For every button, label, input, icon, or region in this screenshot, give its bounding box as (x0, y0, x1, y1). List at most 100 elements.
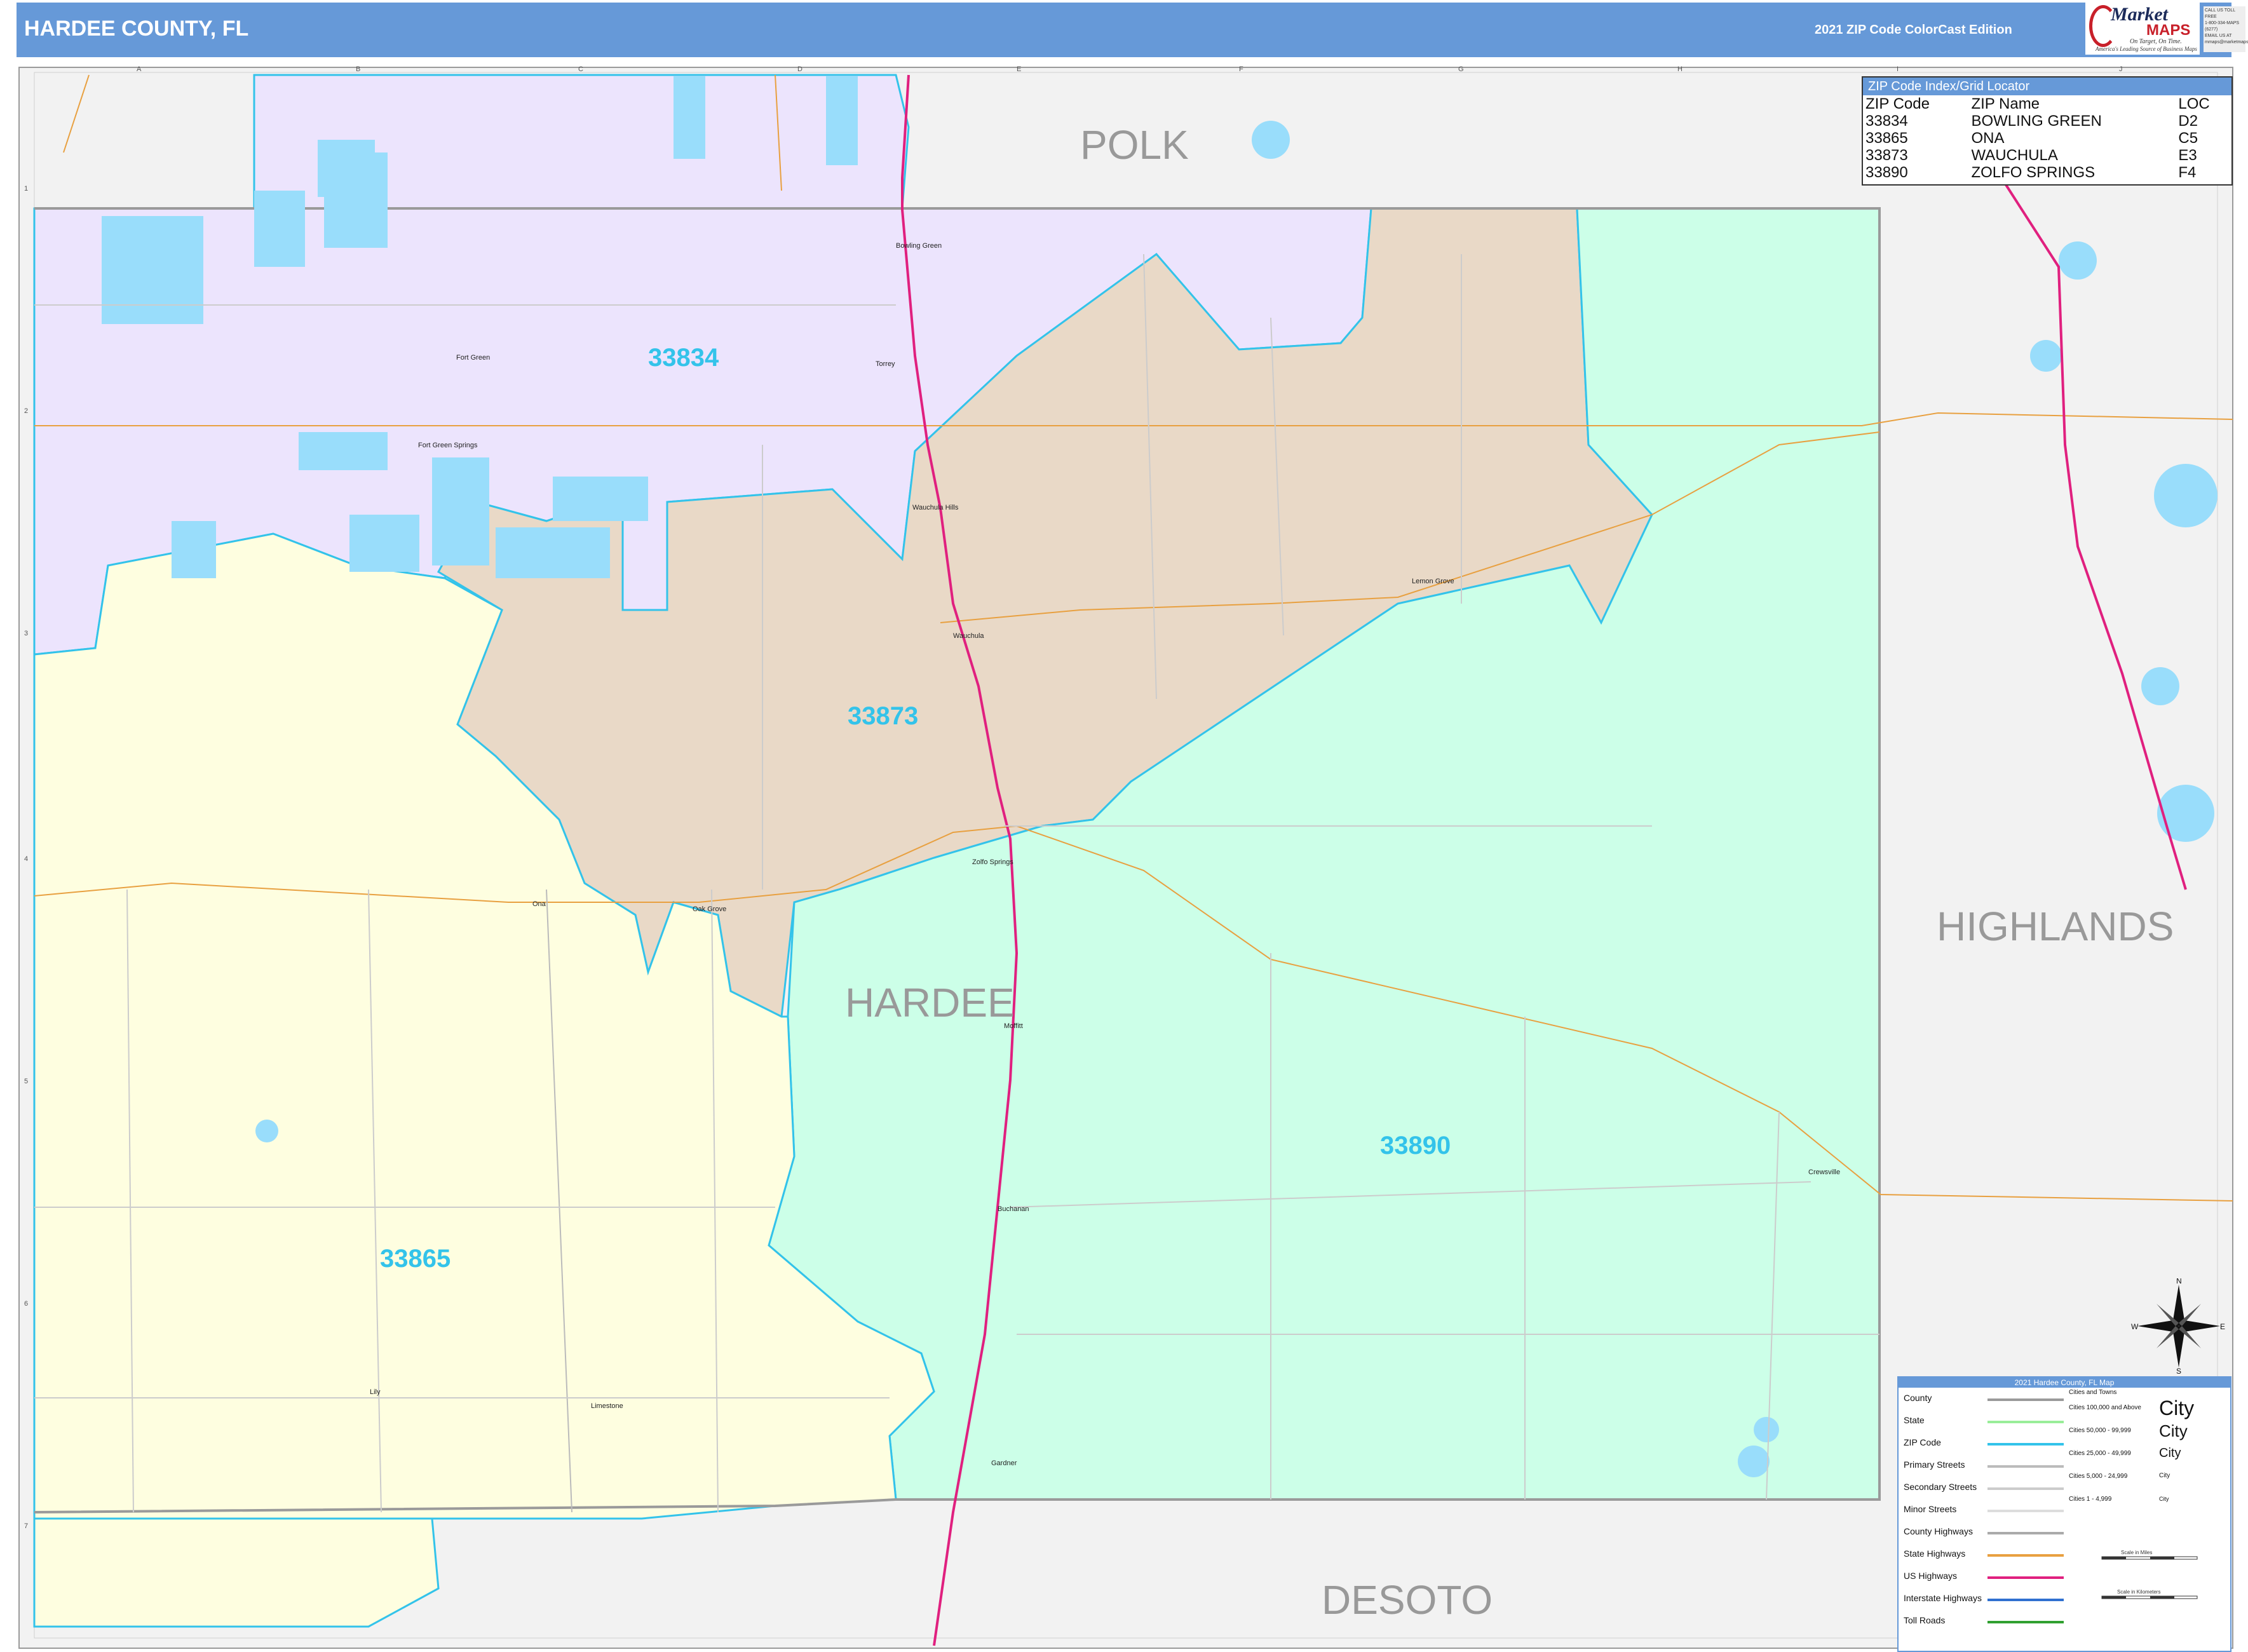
water-body (432, 457, 489, 565)
legend-title: 2021 Hardee County, FL Map (1899, 1378, 2230, 1388)
place-label: Wauchula Hills (912, 504, 959, 511)
table-cell: 33865 (1865, 130, 1908, 147)
table-cell: WAUCHULA (1971, 147, 2058, 164)
legend-item-swatch (1987, 1398, 2064, 1401)
scale-bar-km: Scale in Kilometers (2101, 1589, 2198, 1599)
grid-column-label: G (1458, 65, 1464, 73)
water-body (349, 515, 419, 572)
water-body (318, 140, 375, 197)
grid-column-label: I (1897, 65, 1899, 73)
legend-item-swatch (1987, 1532, 2064, 1534)
compass-n: N (2176, 1278, 2182, 1285)
water-body (299, 432, 388, 470)
compass-e: E (2220, 1322, 2225, 1331)
table-cell: BOWLING GREEN (1971, 112, 2102, 130)
place-label: Gardner (991, 1459, 1017, 1467)
water-body (674, 76, 705, 159)
place-label: Oak Grove (693, 905, 726, 913)
zip-label-33890: 33890 (1380, 1132, 1451, 1160)
legend-city-label: Cities 1 - 4,999 (2069, 1496, 2112, 1503)
legend-item-swatch (1987, 1487, 2064, 1490)
legend-cities-heading: Cities and Towns (2069, 1389, 2117, 1396)
scale-bar-segment (2150, 1596, 2174, 1599)
water-body (1252, 121, 1290, 159)
legend-item-label: Interstate Highways (1904, 1593, 1982, 1603)
legend-item-label: County (1904, 1393, 1932, 1403)
place-label: Ona (532, 900, 546, 908)
place-label: Zolfo Springs (972, 858, 1013, 866)
grid-row-label: 1 (24, 185, 28, 193)
county-label-hardee: HARDEE (845, 980, 1015, 1026)
grid-column-label: H (1677, 65, 1683, 73)
water-body (254, 191, 305, 267)
legend-item-swatch (1987, 1621, 2064, 1623)
place-label: Fort Green Springs (418, 442, 478, 449)
scale-bar-segment (2102, 1596, 2126, 1599)
water-body (2154, 464, 2218, 527)
grid-row-label: 7 (24, 1522, 28, 1530)
zip-index-title: ZIP Code Index/Grid Locator (1863, 78, 2231, 95)
grid-column-label: A (137, 65, 142, 73)
table-row: 33865 ONA C5 (1863, 130, 2231, 147)
place-label: Bowling Green (896, 242, 942, 250)
water-body (172, 521, 216, 578)
table-cell: F4 (2178, 164, 2197, 181)
legend-item-swatch (1987, 1554, 2064, 1557)
legend-item-swatch (1987, 1510, 2064, 1512)
legend-item-swatch (1987, 1599, 2064, 1601)
scale-miles-label: Scale in Miles (2121, 1550, 2152, 1555)
water-body (1754, 1417, 1779, 1442)
table-cell: 33890 (1865, 164, 1908, 181)
legend-item-label: Secondary Streets (1904, 1482, 1977, 1492)
map-legend: 2021 Hardee County, FL Map County State ZI… (1897, 1376, 2231, 1652)
water-body (553, 477, 648, 521)
table-cell: ZOLFO SPRINGS (1971, 164, 2096, 181)
legend-city-sample: City (2159, 1495, 2169, 1502)
grid-row-label: 4 (24, 855, 28, 863)
table-row: 33890 ZOLFO SPRINGS F4 (1863, 164, 2231, 181)
legend-item-label: Minor Streets (1904, 1504, 1957, 1514)
grid-column-label: F (1239, 65, 1243, 73)
water-body (2030, 340, 2062, 372)
legend-city-sample: City (2159, 1446, 2181, 1460)
legend-item-label: Toll Roads (1904, 1615, 1946, 1625)
legend-city-label: Cities 50,000 - 99,999 (2069, 1427, 2131, 1434)
place-label: Buchanan (998, 1205, 1029, 1213)
compass-w: W (2131, 1322, 2139, 1331)
water-body (2059, 241, 2097, 280)
zip-label-33834: 33834 (648, 344, 719, 372)
grid-row-label: 2 (24, 407, 28, 415)
legend-item-swatch (1987, 1576, 2064, 1579)
grid-row-label: 5 (24, 1078, 28, 1085)
zip-label-33873: 33873 (848, 702, 918, 730)
scale-bar-segment (2102, 1557, 2126, 1559)
table-cell: E3 (2178, 147, 2197, 164)
table-cell: 33834 (1865, 112, 1908, 130)
zip-index-table: ZIP Code ZIP Name LOC 33834 BOWLING GREE… (1863, 95, 2231, 181)
place-label: Limestone (591, 1402, 623, 1410)
water-body (102, 216, 203, 324)
compass-rose-icon: N E S W (2131, 1278, 2225, 1374)
grid-column-label: B (356, 65, 360, 73)
zip-label-33865: 33865 (380, 1245, 450, 1273)
legend-city-sample: City (2159, 1472, 2170, 1479)
legend-city-label: Cities 100,000 and Above (2069, 1404, 2141, 1411)
table-row: 33873 WAUCHULA E3 (1863, 147, 2231, 164)
legend-item-swatch (1987, 1443, 2064, 1446)
water-body (255, 1120, 278, 1142)
county-label-polk: POLK (1080, 122, 1189, 168)
water-body (496, 527, 610, 578)
place-label: Moffitt (1004, 1022, 1023, 1030)
grid-row-label: 6 (24, 1300, 28, 1308)
water-body (826, 76, 858, 165)
table-cell: D2 (2178, 112, 2198, 130)
legend-item-label: US Highways (1904, 1571, 1958, 1581)
table-header-cell: LOC (2178, 95, 2210, 112)
county-label-highlands: HIGHLANDS (1937, 904, 2174, 949)
legend-item-swatch (1987, 1465, 2064, 1468)
table-cell: C5 (2178, 130, 2198, 147)
water-body (2141, 667, 2179, 705)
legend-item-label: Primary Streets (1904, 1459, 1965, 1470)
table-header-cell: ZIP Name (1971, 95, 2040, 112)
grid-row-label: 3 (24, 630, 28, 637)
